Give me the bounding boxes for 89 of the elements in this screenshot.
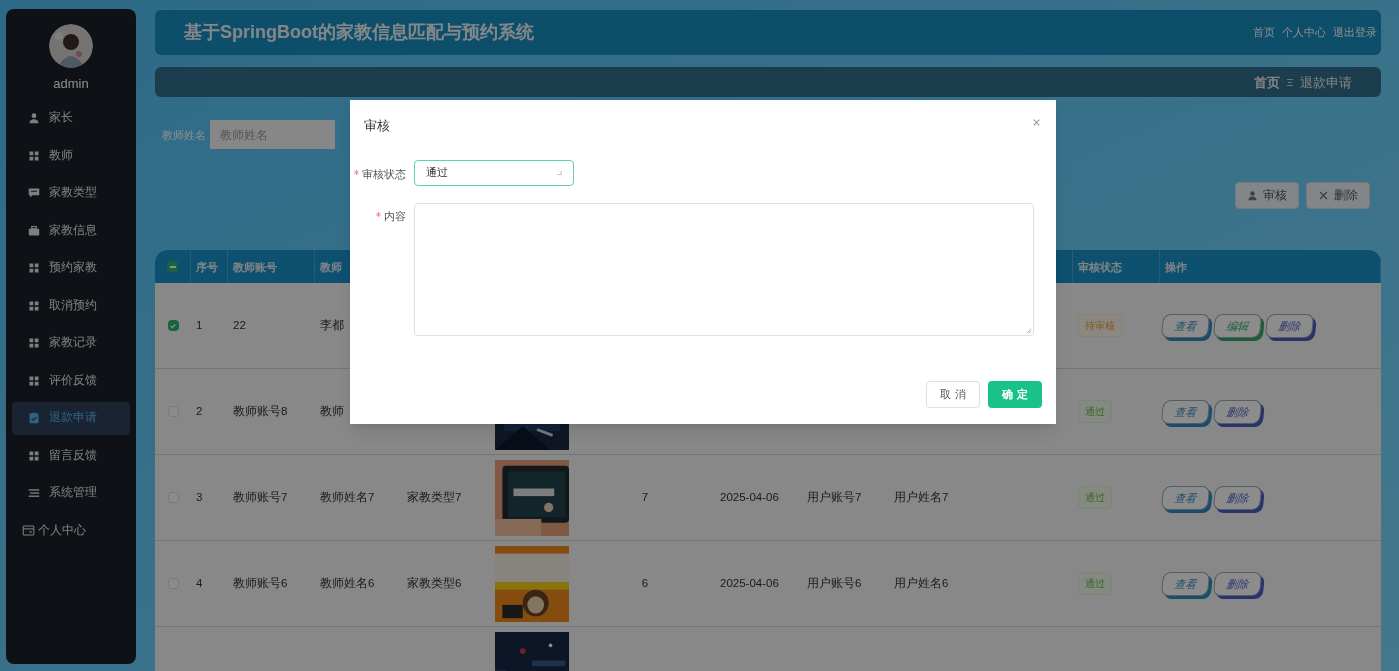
action-button[interactable]: 删除 [1212, 485, 1263, 510]
column-header: 操作 [1165, 259, 1187, 275]
sidebar-item[interactable]: 取消预约 [12, 289, 130, 322]
toolbar-button[interactable]: 审核 [1235, 182, 1299, 210]
table-cell-text: 教师姓名6 [320, 576, 375, 592]
action-button[interactable]: 编辑 [1212, 313, 1263, 338]
table-cell-text: 教师 [320, 404, 344, 420]
column-header: 序号 [196, 259, 218, 275]
table-cell-text: 教师姓名7 [320, 490, 375, 506]
action-button[interactable]: 删除 [1212, 571, 1263, 596]
table-cell-text: 教师账号6 [233, 576, 288, 592]
sidebar-item[interactable]: 家教记录 [12, 326, 130, 360]
action-button[interactable]: 查看 [1160, 571, 1211, 596]
close-icon [1318, 190, 1329, 202]
grid-icon [28, 337, 40, 349]
column-header: 教师 [320, 259, 342, 275]
table-cell-text: 1 [196, 318, 203, 334]
table-cell-text: 用户姓名7 [894, 490, 949, 506]
chat-bubble-icon [28, 187, 40, 199]
grid-icon [28, 299, 40, 312]
sidebar-item[interactable]: 教师 [12, 139, 130, 172]
close-icon[interactable] [1032, 118, 1041, 128]
field-label: 内容 [384, 208, 406, 224]
table-cell-text: 教师账号8 [233, 404, 288, 420]
sidebar-item[interactable]: 系统管理 [12, 476, 130, 510]
list-icon [28, 487, 40, 499]
table-cell-text: 22 [233, 318, 246, 334]
action-button[interactable]: 删除 [1212, 399, 1263, 424]
clipboard-check-icon [28, 412, 40, 424]
cancel-button[interactable]: 取 消 [926, 380, 980, 408]
table-cell-text: 4 [196, 576, 203, 592]
breadcrumb-link[interactable]: 首页 [1254, 72, 1280, 93]
table-cell-text: 李都 [320, 318, 344, 334]
caret-icon [556, 169, 562, 176]
table-cell-text: 教师账号7 [233, 490, 288, 506]
action-button[interactable]: 查看 [1160, 313, 1211, 338]
sidebar-item[interactable]: 评价反馈 [12, 364, 130, 397]
dialog-title: 审核 [364, 117, 390, 135]
resize-handle-icon[interactable] [1026, 327, 1032, 334]
toolbar-button[interactable]: 删除 [1306, 182, 1370, 210]
card-icon [22, 524, 35, 537]
table-cell-text: 2 [196, 404, 203, 420]
user-name: admin [52, 75, 90, 93]
row-checkbox[interactable] [167, 320, 179, 332]
grid-icon [28, 449, 40, 462]
status-tag: 通过 [1078, 400, 1112, 424]
action-button[interactable]: 查看 [1160, 399, 1211, 424]
person-icon [1247, 190, 1258, 202]
sidebar-item[interactable]: 家长 [12, 101, 130, 135]
nav-link[interactable]: 个人中心 [1282, 24, 1326, 41]
sidebar-item[interactable]: 预约家教 [12, 251, 130, 285]
column-header: 教师账号 [233, 259, 277, 275]
separator-icon [1287, 77, 1293, 87]
table-cell-text: 家教类型6 [407, 576, 462, 592]
table-cell-text: 用户账号7 [807, 490, 862, 506]
table-cell-text: 2025-04-06 [720, 490, 779, 506]
sidebar-item[interactable]: 家教信息 [12, 214, 130, 247]
action-button[interactable]: 删除 [1264, 313, 1315, 338]
nav-link[interactable]: 首页 [1253, 24, 1275, 41]
nav-link[interactable]: 退出登录 [1333, 24, 1377, 41]
confirm-button[interactable]: 确 定 [988, 380, 1042, 408]
sidebar-item[interactable]: 退款申请 [12, 401, 130, 435]
table-cell-text: 6 [641, 576, 649, 592]
sidebar-item[interactable]: 家教类型 [12, 176, 130, 210]
column-header: 审核状态 [1078, 259, 1122, 275]
status-select[interactable]: 通过 [414, 159, 574, 186]
table-cell-text: 用户账号6 [807, 576, 862, 592]
grid-icon [28, 374, 40, 387]
table-cell-text: 3 [196, 490, 203, 506]
app-title: 基于SpringBoot的家教信息匹配与预约系统 [184, 21, 535, 45]
table-cell-text: 2025-04-06 [720, 576, 779, 592]
status-tag: 待审核 [1078, 314, 1122, 338]
table-cell-text: 用户姓名6 [894, 576, 949, 592]
table-cell-text: 7 [641, 490, 649, 506]
select-all-checkbox[interactable] [167, 261, 178, 273]
briefcase-icon [28, 224, 40, 237]
sidebar-item[interactable]: 个人中心 [12, 514, 130, 547]
grid-icon [28, 262, 40, 274]
person-icon [28, 112, 40, 124]
field-label: 教师姓名 [162, 127, 206, 143]
action-button[interactable]: 查看 [1160, 485, 1211, 510]
status-tag: 通过 [1078, 486, 1112, 510]
sidebar-item[interactable]: 留言反馈 [12, 439, 130, 472]
status-tag: 通过 [1078, 572, 1112, 596]
table-cell-text: 家教类型7 [407, 490, 462, 506]
field-label: 审核状态 [362, 166, 406, 182]
breadcrumb-current: 退款申请 [1300, 73, 1352, 92]
grid-icon [28, 149, 40, 162]
check-icon [169, 321, 177, 330]
